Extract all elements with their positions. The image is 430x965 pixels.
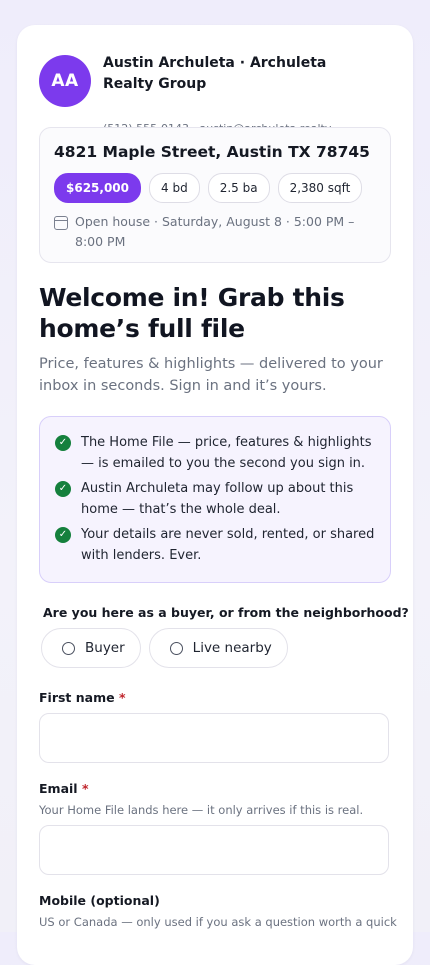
radio-live-nearby[interactable]: Live nearby	[148, 628, 288, 668]
benefits-box: ✓ The Home File — price, features & high…	[39, 416, 391, 583]
baths-chip: 2.5 ba	[207, 173, 270, 203]
benefit-item: ✓ Your details are never sold, rented, o…	[55, 525, 375, 566]
required-mark: *	[118, 690, 126, 705]
open-house-text: Open house · Saturday, August 8 · 5:00 P…	[75, 214, 355, 249]
listing-card: 4821 Maple Street, Austin TX 78745 $625,…	[39, 127, 391, 263]
visitor-type-question: Are you here as a buyer, or from the nei…	[43, 605, 409, 620]
listing-address: 4821 Maple Street, Austin TX 78745	[54, 143, 370, 161]
email-hint: Your Home File lands here — it only arri…	[39, 803, 364, 817]
listing-chips: $625,000 4 bd 2.5 ba 2,380 sqft	[54, 173, 363, 203]
avatar: AA	[39, 55, 91, 107]
first-name-field[interactable]	[39, 713, 389, 763]
page-title: Welcome in! Grab this home’s full file	[39, 283, 345, 343]
visitor-type-options: Buyer Live nearby	[41, 628, 288, 668]
signin-card: AA Austin Archuleta · Archuleta Realty G…	[17, 25, 413, 965]
calendar-icon	[54, 216, 68, 230]
check-icon: ✓	[55, 435, 71, 451]
benefit-item: ✓ Austin Archuleta may follow up about t…	[55, 479, 375, 520]
radio-circle-icon	[62, 641, 75, 655]
radio-circle-icon	[169, 641, 183, 655]
required-mark: *	[81, 781, 89, 796]
open-house-info: Open house · Saturday, August 8 · 5:00 P…	[54, 212, 379, 252]
sqft-chip: 2,380 sqft	[277, 173, 363, 203]
radio-buyer[interactable]: Buyer	[41, 628, 141, 668]
mobile-hint: US or Canada — only used if you ask a qu…	[39, 915, 397, 929]
email-field[interactable]	[39, 825, 389, 875]
check-icon: ✓	[55, 527, 71, 543]
benefit-item: ✓ The Home File — price, features & high…	[55, 433, 375, 474]
mobile-label: Mobile (optional)	[39, 893, 160, 908]
price-chip: $625,000	[54, 173, 142, 203]
email-label: Email *	[39, 781, 89, 796]
first-name-label: First name *	[39, 690, 126, 705]
page-subtitle: Price, features & highlights — delivered…	[39, 356, 383, 394]
check-icon: ✓	[55, 481, 71, 497]
agent-name: Austin Archuleta · Archuleta Realty Grou…	[103, 55, 327, 92]
beds-chip: 4 bd	[149, 173, 200, 203]
